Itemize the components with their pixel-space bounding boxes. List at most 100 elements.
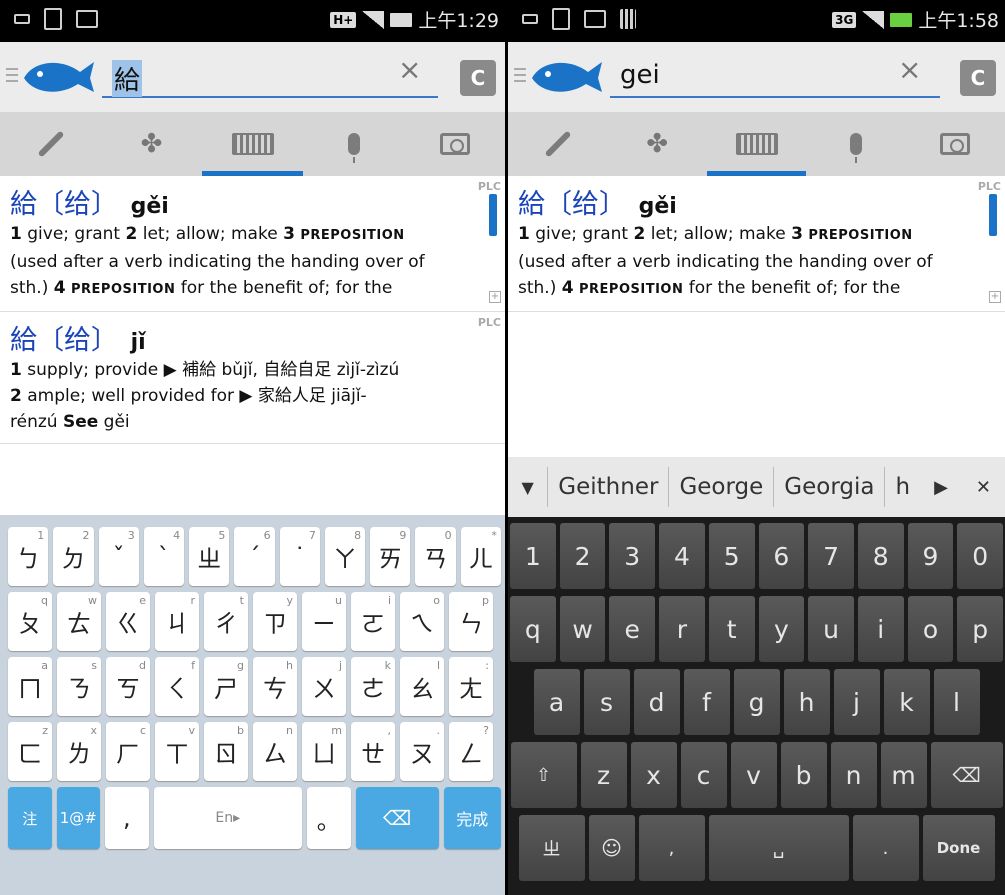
zhuyin-key[interactable]: ㄅ1 [8, 527, 49, 586]
period-key[interactable]: . [852, 815, 919, 881]
menu-icon[interactable] [6, 68, 18, 82]
letter-key[interactable]: 4 [659, 523, 705, 589]
letter-key[interactable]: k [883, 669, 930, 735]
letter-key[interactable]: q [509, 596, 556, 662]
letter-key[interactable]: b [780, 742, 827, 808]
zhuyin-key[interactable]: ㄞ9 [370, 527, 411, 586]
zhuyin-key[interactable]: ㄜk [351, 657, 395, 716]
zhuyin-key[interactable]: ㄈz [8, 722, 52, 781]
zhuyin-key[interactable]: ㄛi [351, 592, 395, 651]
letter-key[interactable]: s [583, 669, 630, 735]
tab-ocr[interactable] [906, 112, 1005, 176]
period-key[interactable]: 。 [306, 787, 351, 849]
zhuyin-key[interactable]: ㄢ0 [415, 527, 456, 586]
zhuyin-key[interactable]: ㄑf [155, 657, 199, 716]
tab-ocr[interactable] [404, 112, 505, 176]
expand-icon[interactable]: + [489, 291, 501, 303]
dictionary-entry[interactable]: 給〔给〕 gěi 1 give; grant 2 let; allow; make… [508, 176, 1005, 312]
zhuyin-key[interactable]: ㄚ8 [324, 527, 366, 586]
close-suggestions-icon[interactable]: ✕ [962, 477, 1005, 498]
zhuyin-key[interactable]: ㄡ. [400, 722, 444, 781]
letter-key[interactable]: p [957, 596, 1004, 662]
scroll-indicator[interactable] [989, 194, 997, 236]
menu-icon[interactable] [514, 68, 526, 82]
suggestion-item[interactable]: Geithner [547, 467, 668, 507]
letter-key[interactable]: d [633, 669, 680, 735]
letter-key[interactable]: e [609, 596, 656, 662]
zhuyin-key[interactable]: ㄦ * [460, 527, 501, 586]
tab-radicals[interactable]: ✤ [101, 112, 202, 176]
letter-key[interactable]: 5 [708, 523, 755, 589]
zhuyin-key[interactable]: ㄏc [106, 722, 150, 781]
backspace-key[interactable]: ⌫ [355, 787, 439, 849]
zhuyin-key[interactable]: ㄍe [106, 592, 150, 651]
suggestion-item[interactable]: Georgia [773, 467, 884, 507]
letter-key[interactable]: 8 [857, 523, 904, 589]
letter-key[interactable]: t [708, 596, 755, 662]
tab-voice[interactable] [303, 112, 404, 176]
zhuyin-key[interactable]: ㄉ2 [53, 527, 94, 586]
letter-key[interactable]: 1 [509, 523, 556, 589]
zhuyin-key[interactable]: ˇ3 [98, 527, 139, 586]
zhuyin-key[interactable]: ㄘh [253, 657, 297, 716]
letter-key[interactable]: u [808, 596, 854, 662]
space-key[interactable]: En▸ [153, 787, 302, 849]
letter-key[interactable]: 2 [559, 523, 606, 589]
tab-radicals[interactable]: ✤ [607, 112, 706, 176]
letter-key[interactable]: r [659, 596, 705, 662]
letter-key[interactable]: y [758, 596, 805, 662]
zhuyin-key[interactable]: ㄓ5 [189, 527, 230, 586]
zhuyin-key[interactable]: ㄔt [204, 592, 248, 651]
tab-keyboard[interactable] [706, 112, 807, 176]
tab-handwriting[interactable] [508, 112, 607, 176]
letter-key[interactable]: j [833, 669, 880, 735]
symbol-key[interactable]: 1@# [56, 787, 101, 849]
zhuyin-key[interactable]: ㄨj [302, 657, 346, 716]
letter-key[interactable]: 6 [758, 523, 805, 589]
letter-key[interactable]: c [680, 742, 727, 808]
letter-key[interactable]: m [880, 742, 927, 808]
zhuyin-key[interactable]: ㄧu [302, 592, 346, 651]
clear-icon[interactable]: × [898, 56, 921, 84]
letter-key[interactable]: g [733, 669, 780, 735]
search-input[interactable]: gei [610, 56, 940, 98]
letter-key[interactable]: h [783, 669, 830, 735]
letter-key[interactable]: 7 [808, 523, 854, 589]
tab-handwriting[interactable] [0, 112, 101, 176]
letter-key[interactable]: v [730, 742, 777, 808]
shift-key[interactable]: ⇧ [510, 742, 577, 808]
zhuyin-key[interactable]: ㄌx [57, 722, 101, 781]
done-key[interactable]: 完成 [443, 787, 501, 849]
letter-key[interactable]: 9 [907, 523, 954, 589]
done-key[interactable]: Done [922, 815, 995, 881]
zhuyin-key[interactable]: ㄕg [204, 657, 248, 716]
zhuyin-key[interactable]: ㄇa [8, 657, 52, 716]
zhuyin-key[interactable]: ㄋs [57, 657, 101, 716]
clear-icon[interactable]: × [398, 56, 421, 84]
comma-key[interactable]: , [638, 815, 705, 881]
zhuyin-key[interactable]: ㄎd [106, 657, 150, 716]
zhuyin-key[interactable]: ㄒv [155, 722, 199, 781]
suggestion-item[interactable]: George [668, 467, 773, 507]
letter-key[interactable]: x [630, 742, 677, 808]
tab-keyboard[interactable] [202, 112, 303, 176]
letter-key[interactable]: a [533, 669, 580, 735]
letter-key[interactable]: 0 [957, 523, 1004, 589]
zhuyin-key[interactable]: ˊ6 [234, 527, 275, 586]
backspace-key[interactable]: ⌫ [930, 742, 1003, 808]
emoji-key[interactable]: ☺ [588, 815, 635, 881]
collapse-suggestions-icon[interactable]: ▼ [508, 478, 547, 497]
zhuyin-switch-key[interactable]: ㄓ [518, 815, 585, 881]
letter-key[interactable]: o [907, 596, 954, 662]
expand-icon[interactable]: + [989, 291, 1001, 303]
zhuyin-key[interactable]: ㄆq [8, 592, 52, 651]
more-suggestions-icon[interactable]: ▶ [920, 477, 962, 498]
letter-key[interactable]: i [857, 596, 904, 662]
zhuyin-key[interactable]: ㄝ, [351, 722, 395, 781]
letter-key[interactable]: f [683, 669, 730, 735]
zhuyin-key[interactable]: ㄥ? [449, 722, 493, 781]
zhuyin-key[interactable]: ㄣp [449, 592, 493, 651]
letter-key[interactable]: z [580, 742, 627, 808]
zhuyin-key[interactable]: ㄤ: [449, 657, 493, 716]
letter-key[interactable]: l [933, 669, 980, 735]
